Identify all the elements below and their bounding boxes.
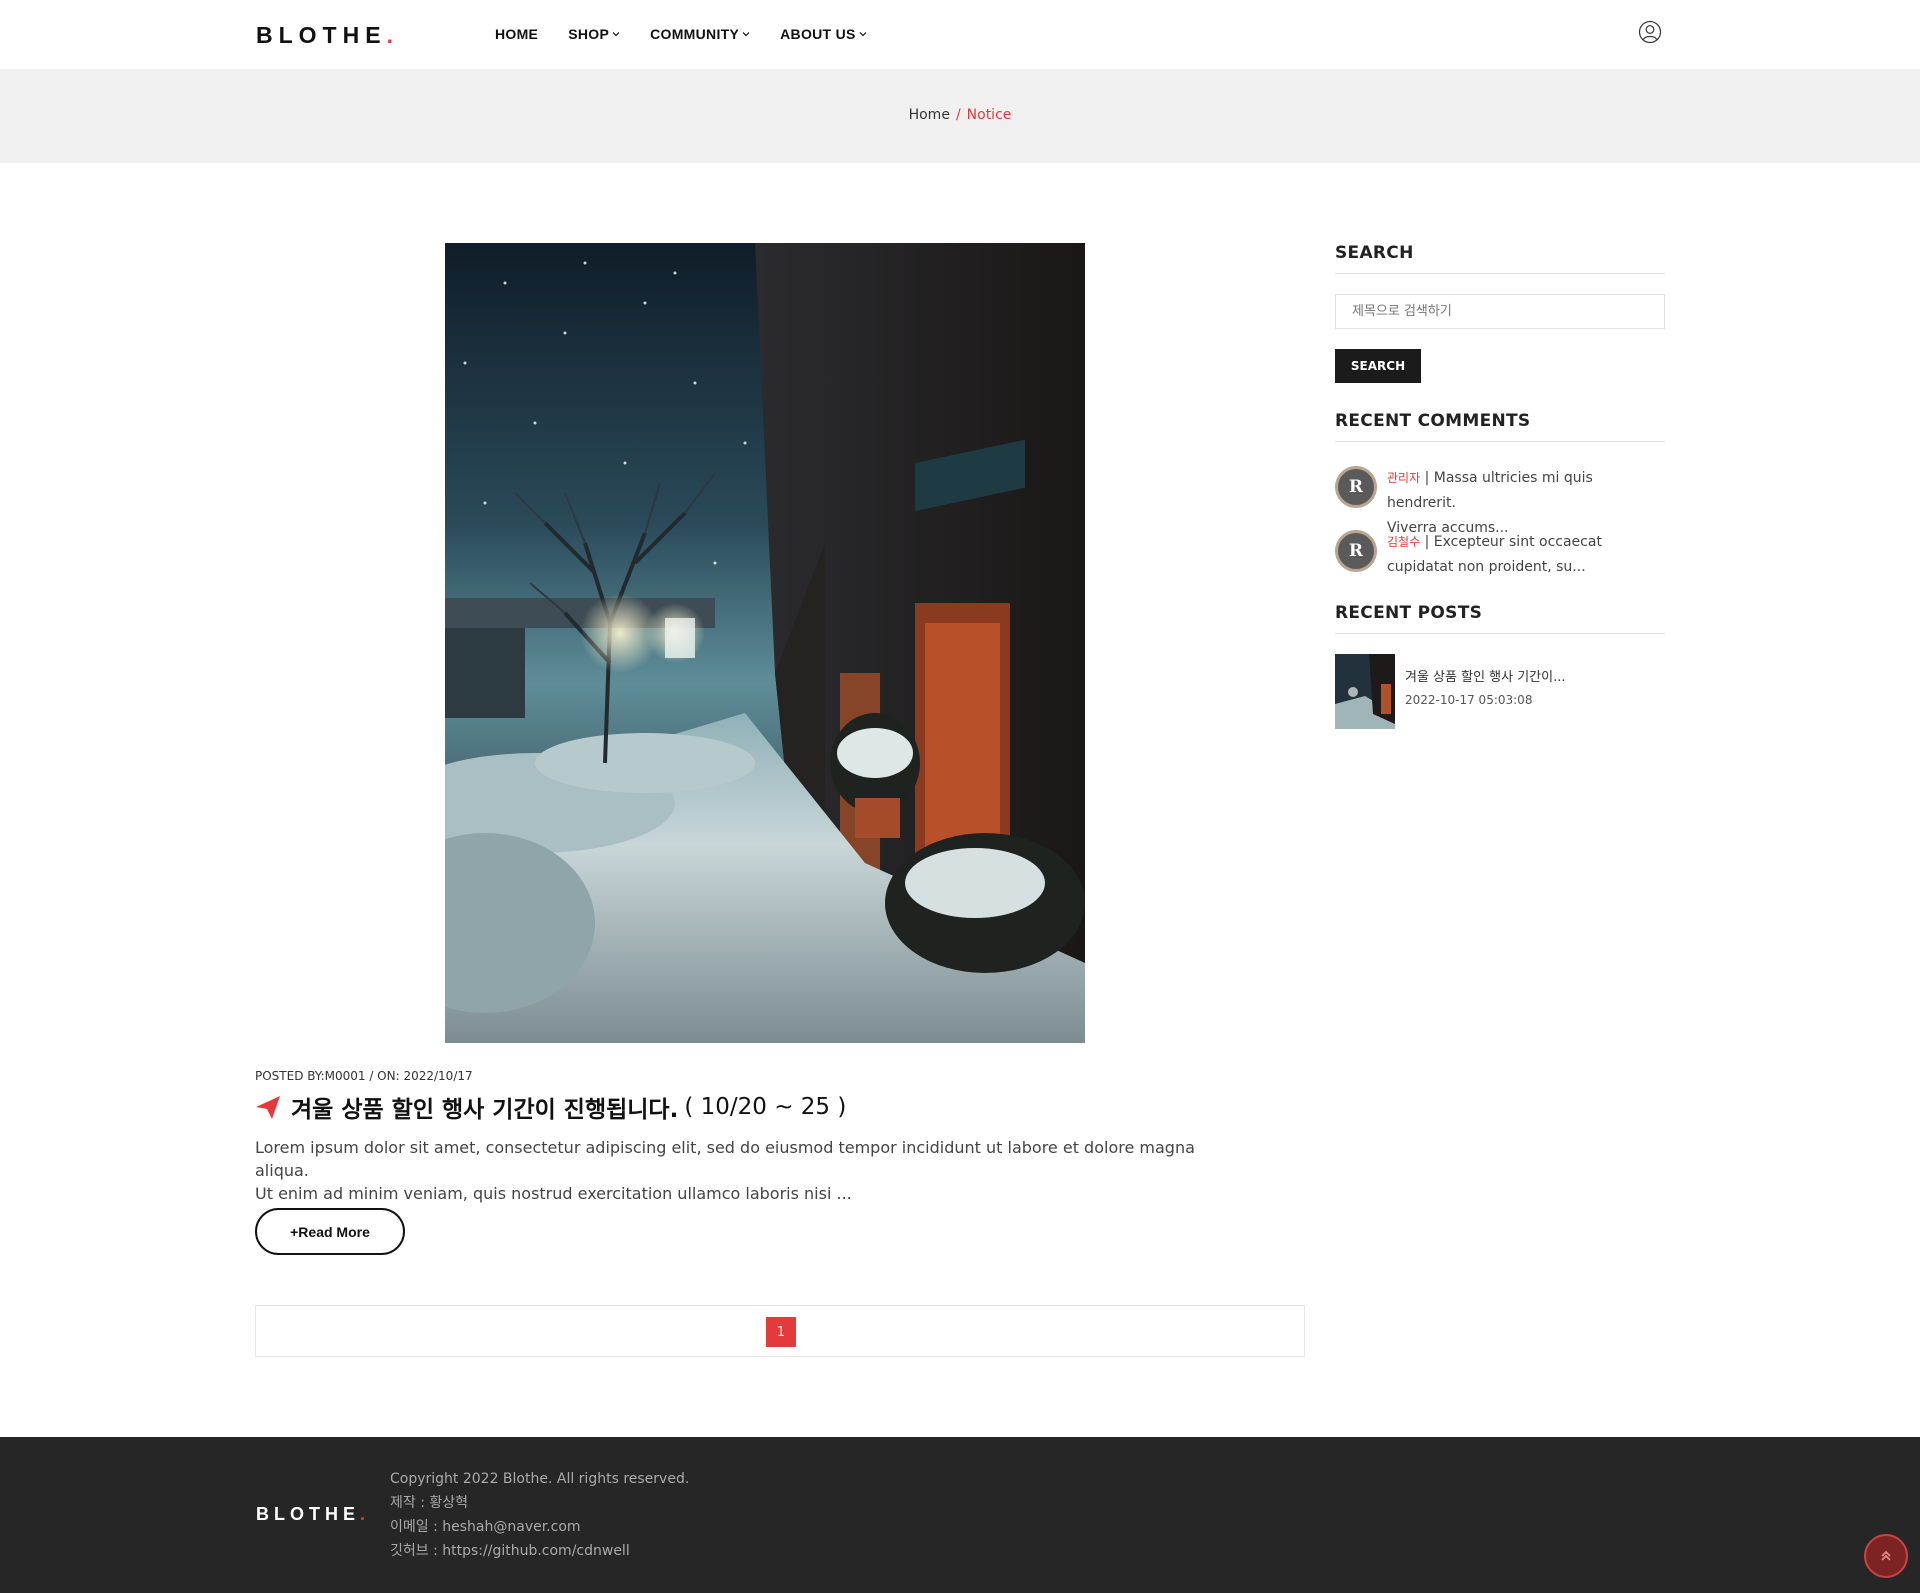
avatar: R	[1335, 466, 1377, 508]
comment-separator: |	[1420, 470, 1434, 486]
search-button[interactable]: SEARCH	[1335, 349, 1421, 383]
post-title[interactable]: 겨울 상품 할인 행사 기간이 진행됩니다. ( 10/20 ~ 25 )	[255, 1090, 846, 1124]
footer-maker: 제작 : 황상혁	[390, 1495, 469, 1511]
comment-separator: |	[1420, 534, 1434, 550]
comment-text: cupidatat non proident, su...	[1387, 559, 1586, 575]
recent-post-date: 2022-10-17 05:03:08	[1405, 693, 1533, 707]
site-header: BLOTHE. HOME SHOP COMMUNITY ABOUT US	[0, 0, 1920, 69]
nav-about-us[interactable]: ABOUT US	[780, 26, 867, 42]
recent-post-item[interactable]: 겨울 상품 할인 행사 기간이... 2022-10-17 05:03:08	[1335, 654, 1566, 729]
main-nav: HOME SHOP COMMUNITY ABOUT US	[495, 26, 897, 42]
recent-post-title[interactable]: 겨울 상품 할인 행사 기간이...	[1405, 666, 1566, 685]
logo-text: BLOTHE	[256, 22, 387, 48]
sidebar-recent-posts-title: RECENT POSTS	[1335, 603, 1665, 634]
post-featured-image[interactable]	[445, 243, 1085, 1043]
post-excerpt-line: Ut enim ad minim veniam, quis nostrud ex…	[255, 1184, 852, 1203]
footer-email[interactable]: 이메일 : heshah@naver.com	[390, 1515, 689, 1539]
site-footer: BLOTHE. Copyright 2022 Blothe. All right…	[0, 1437, 1920, 1593]
scroll-to-top-button[interactable]	[1864, 1534, 1908, 1578]
logo-dot: .	[386, 22, 399, 48]
user-circle-icon[interactable]	[1638, 20, 1662, 44]
nav-community-label: COMMUNITY	[650, 26, 740, 42]
chevron-down-icon	[859, 32, 867, 37]
sidebar-search-title: SEARCH	[1335, 243, 1665, 274]
pagination: 1	[255, 1305, 1305, 1357]
nav-community[interactable]: COMMUNITY	[650, 26, 750, 42]
footer-logo-text: BLOTHE	[256, 1504, 360, 1524]
breadcrumb-separator: /	[955, 107, 961, 123]
recent-post-thumbnail[interactable]	[1335, 654, 1395, 729]
nav-shop[interactable]: SHOP	[568, 26, 620, 42]
nav-shop-label: SHOP	[568, 26, 610, 42]
comment-text: Excepteur sint occaecat	[1433, 534, 1602, 550]
breadcrumb: Home / Notice	[0, 107, 1920, 123]
footer-github[interactable]: 깃허브 : https://github.com/cdnwell	[390, 1539, 689, 1563]
post-title-range: ( 10/20 ~ 25 )	[684, 1094, 847, 1120]
nav-about-label: ABOUT US	[780, 26, 856, 42]
post-meta: POSTED BY:M0001 / ON: 2022/10/17	[255, 1069, 473, 1083]
chevron-down-icon	[612, 32, 620, 37]
comment-author: 관리자	[1387, 471, 1421, 485]
nav-home[interactable]: HOME	[495, 26, 538, 42]
nav-home-label: HOME	[495, 26, 539, 42]
read-more-button[interactable]: +Read More	[255, 1208, 405, 1255]
comment-item[interactable]: R 김철수 | Excepteur sint occaecat cupidata…	[1335, 530, 1665, 580]
breadcrumb-band: Home / Notice	[0, 69, 1920, 163]
post-title-text: 겨울 상품 할인 행사 기간이 진행됩니다.	[291, 1097, 679, 1123]
sidebar-recent-comments-title: RECENT COMMENTS	[1335, 411, 1665, 442]
breadcrumb-current: Notice	[966, 107, 1012, 123]
footer-logo-dot: .	[360, 1504, 371, 1524]
footer-info: Copyright 2022 Blothe. All rights reserv…	[390, 1467, 689, 1563]
search-input[interactable]	[1335, 294, 1665, 329]
comment-body: 김철수 | Excepteur sint occaecat cupidatat …	[1387, 530, 1602, 580]
page-number-current[interactable]: 1	[766, 1317, 796, 1347]
post-excerpt-line: Lorem ipsum dolor sit amet, consectetur …	[255, 1138, 1195, 1180]
double-chevron-up-icon	[1881, 1550, 1891, 1561]
paper-plane-icon	[256, 1096, 280, 1119]
recent-post-text: 겨울 상품 할인 행사 기간이... 2022-10-17 05:03:08	[1405, 666, 1566, 729]
chevron-down-icon	[742, 32, 750, 37]
site-logo[interactable]: BLOTHE.	[256, 22, 399, 49]
post-excerpt: Lorem ipsum dolor sit amet, consectetur …	[255, 1136, 1215, 1205]
avatar: R	[1335, 530, 1377, 572]
footer-logo[interactable]: BLOTHE.	[256, 1504, 370, 1525]
footer-copyright: Copyright 2022 Blothe. All rights reserv…	[390, 1471, 690, 1487]
comment-author: 김철수	[1387, 535, 1421, 549]
breadcrumb-home[interactable]: Home	[909, 107, 950, 123]
